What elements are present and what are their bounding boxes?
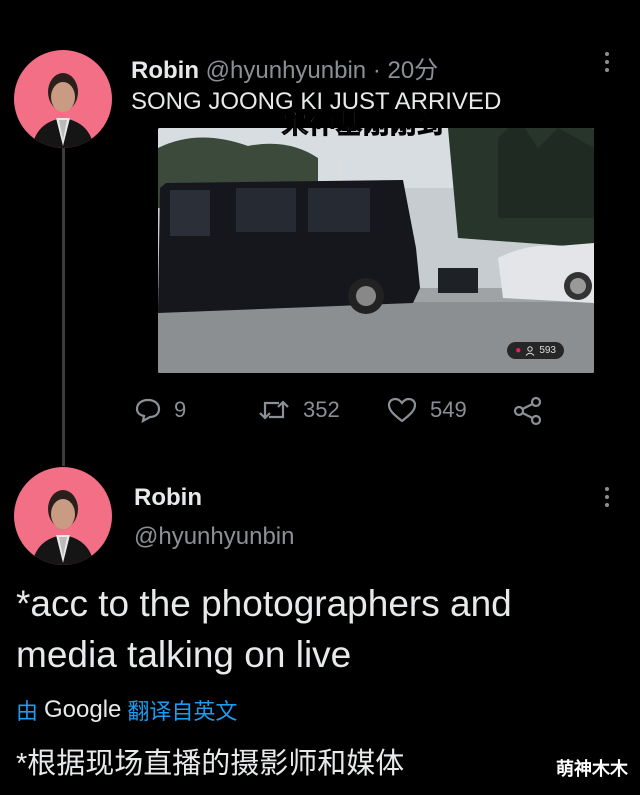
handle[interactable]: @hyunhyunbin xyxy=(134,523,294,551)
translate-prefix: 由 xyxy=(16,699,39,724)
retweet-icon xyxy=(259,400,289,420)
more-options-icon[interactable] xyxy=(603,487,611,511)
share-button[interactable] xyxy=(512,396,556,426)
live-dot-icon: ● xyxy=(515,345,522,356)
handle[interactable]: @hyunhyunbin xyxy=(206,57,366,84)
avatar[interactable] xyxy=(14,50,112,148)
person-icon xyxy=(525,345,535,356)
watermark: 萌神木木 xyxy=(556,759,628,779)
tweet-media[interactable]: ● 593 xyxy=(158,128,594,373)
views-badge: ● 593 xyxy=(507,342,564,359)
thread-line xyxy=(62,148,65,466)
translate-suffix: 翻译自英文 xyxy=(127,699,238,724)
heart-icon xyxy=(387,397,417,423)
views-count: 593 xyxy=(539,345,556,356)
like-count: 549 xyxy=(430,397,467,422)
translated-text: *根据现场直播的摄影师和媒体 xyxy=(16,748,405,780)
reply-icon xyxy=(135,398,161,424)
media-overlay-title: 宋仲基刚刚到 xyxy=(281,109,445,140)
more-options-icon[interactable] xyxy=(603,52,611,76)
timestamp[interactable]: 20分 xyxy=(387,57,438,84)
tweet-text: *acc to the photographers and media talk… xyxy=(16,583,512,675)
translate-attribution[interactable]: 由 Google 翻译自英文 xyxy=(16,694,237,726)
google-logo: Google xyxy=(44,696,122,723)
time-separator: · xyxy=(372,57,381,84)
retweet-button[interactable]: 352 xyxy=(257,396,340,424)
display-name[interactable]: Robin xyxy=(134,484,202,512)
avatar-portrait-icon xyxy=(32,73,94,148)
avatar[interactable] xyxy=(14,467,112,565)
share-icon xyxy=(513,396,542,426)
tweet-header: Robin @hyunhyunbin · 20分 xyxy=(131,50,438,85)
retweet-count: 352 xyxy=(303,397,340,422)
reply-button[interactable]: 9 xyxy=(134,396,186,424)
display-name[interactable]: Robin xyxy=(131,57,199,84)
reply-count: 9 xyxy=(174,397,187,422)
van-photo xyxy=(158,128,594,373)
like-button[interactable]: 549 xyxy=(386,396,467,424)
avatar-portrait-icon xyxy=(32,490,94,565)
